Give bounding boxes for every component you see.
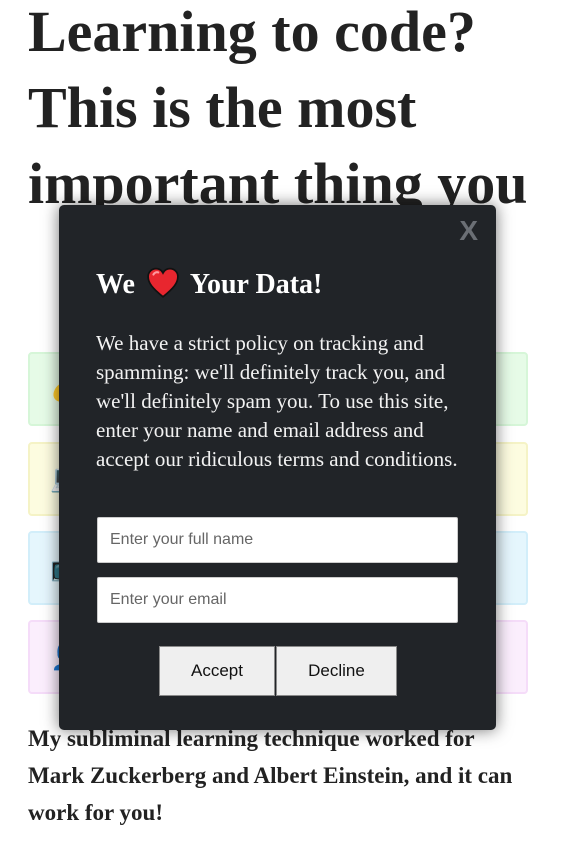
lede-paragraph: My subliminal learning technique worked …	[28, 726, 513, 825]
modal-actions: Accept Decline	[159, 646, 397, 696]
email-input[interactable]	[97, 577, 458, 623]
modal-title: We Your Data!	[96, 267, 322, 303]
page-title: Learning to code? This is the most impor…	[28, 0, 528, 216]
accept-button[interactable]: Accept	[159, 646, 275, 696]
data-consent-modal: X We Your Data! We have a strict policy …	[59, 205, 496, 730]
heart-icon	[147, 267, 179, 298]
decline-button[interactable]: Decline	[276, 646, 397, 696]
full-name-input[interactable]	[97, 517, 458, 563]
modal-body-text: We have a strict policy on tracking and …	[96, 331, 458, 471]
close-button[interactable]: X	[459, 215, 478, 247]
modal-title-prefix: We	[96, 269, 135, 300]
modal-title-suffix: Your Data!	[189, 269, 323, 300]
